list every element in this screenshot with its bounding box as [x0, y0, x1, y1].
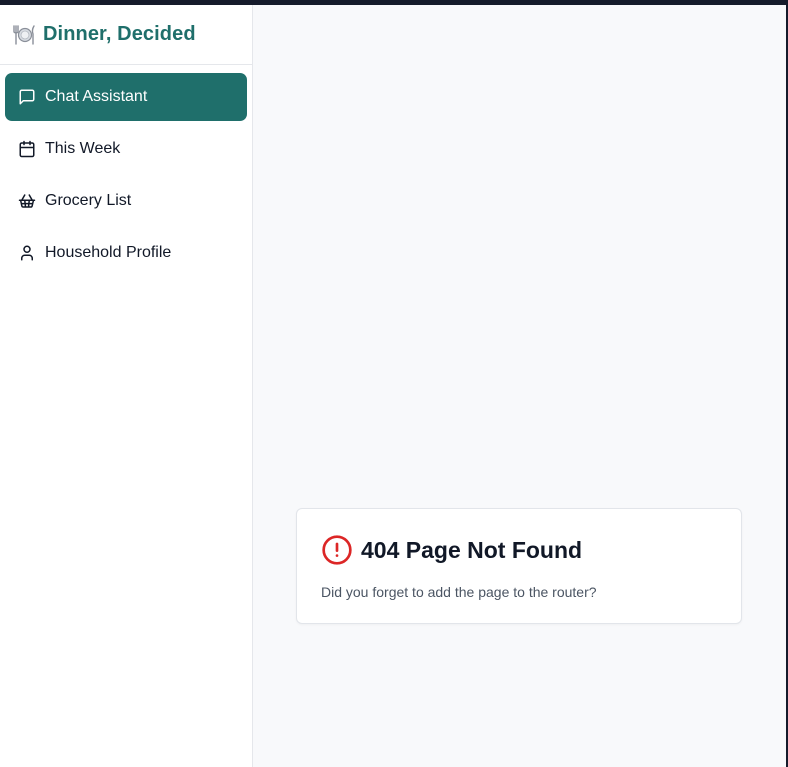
- not-found-header: 404 Page Not Found: [321, 534, 582, 566]
- sidebar: Dinner, Decided Chat Assistant This Week: [0, 5, 253, 767]
- sidebar-item-label: Household Profile: [45, 244, 172, 261]
- sidebar-nav: Chat Assistant This Week Grocery List Ho…: [0, 65, 252, 289]
- error-message: Did you forget to add the page to the ro…: [321, 584, 597, 600]
- user-icon: [18, 244, 36, 262]
- sidebar-item-label: Chat Assistant: [45, 88, 148, 105]
- main-content: 404 Page Not Found Did you forget to add…: [253, 5, 786, 767]
- message-square-icon: [18, 88, 36, 106]
- shopping-basket-icon: [18, 192, 36, 210]
- sidebar-item-household-profile[interactable]: Household Profile: [5, 229, 247, 277]
- app-title: Dinner, Decided: [43, 23, 196, 45]
- sidebar-item-label: Grocery List: [45, 192, 132, 209]
- sidebar-item-label: This Week: [45, 140, 121, 157]
- error-title: 404 Page Not Found: [361, 536, 583, 563]
- sidebar-item-chat-assistant[interactable]: Chat Assistant: [5, 73, 247, 121]
- not-found-card: 404 Page Not Found Did you forget to add…: [296, 508, 742, 624]
- alert-circle-icon: [321, 534, 353, 566]
- plate-cutlery-icon: [12, 23, 36, 47]
- sidebar-item-this-week[interactable]: This Week: [5, 125, 247, 173]
- sidebar-item-grocery-list[interactable]: Grocery List: [5, 177, 247, 225]
- brand-header[interactable]: Dinner, Decided: [0, 5, 252, 65]
- calendar-icon: [18, 140, 36, 158]
